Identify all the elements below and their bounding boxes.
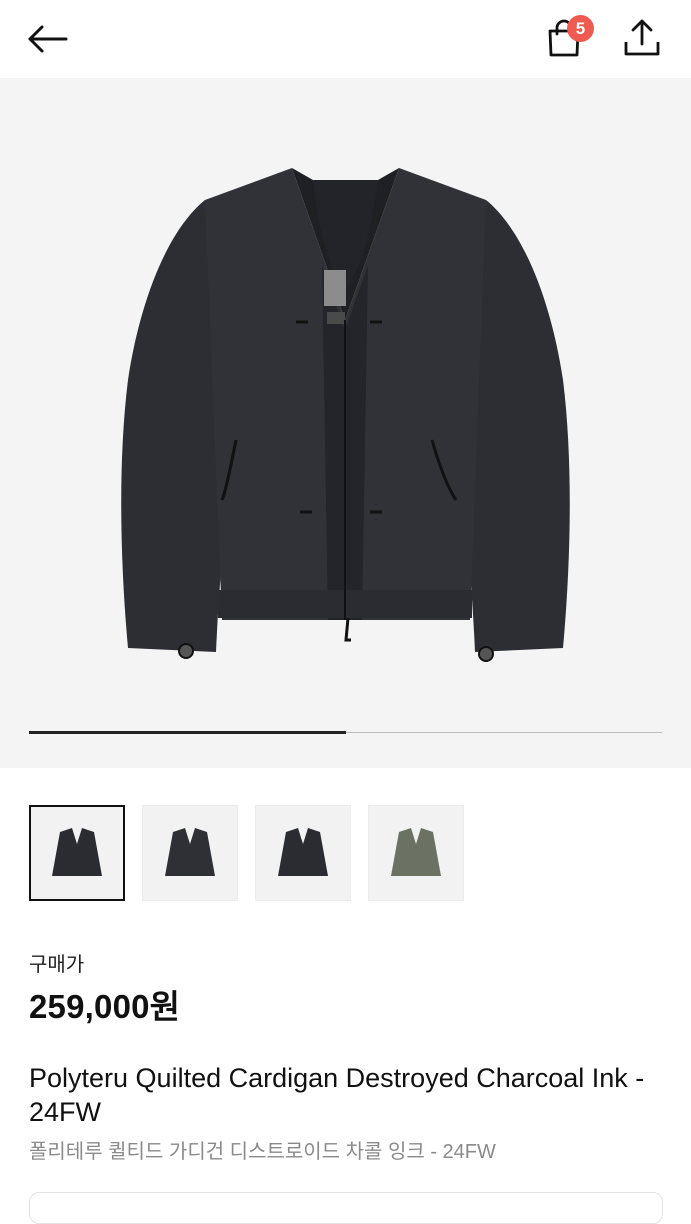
thumbnail-3[interactable] (255, 805, 351, 901)
product-subtitle: 폴리테루 퀼티드 가디건 디스트로이드 차콜 잉크 - 24FW (29, 1141, 496, 1163)
thumbnail-strip (29, 805, 669, 905)
next-section-card (29, 1192, 663, 1224)
thumbnail-jacket-image (165, 828, 215, 876)
share-button[interactable] (616, 12, 668, 64)
thumbnail-4[interactable] (368, 805, 464, 901)
share-upload-icon (624, 19, 660, 56)
product-price: 259,000원 (29, 988, 181, 1025)
back-button[interactable] (22, 14, 72, 64)
top-bar: 5 (0, 0, 691, 78)
gallery-progress-indicator (29, 731, 346, 734)
thumbnail-jacket-image (52, 828, 102, 876)
jacket-image (121, 168, 570, 662)
arrow-left-icon (28, 25, 68, 53)
thumbnail-2[interactable] (142, 805, 238, 901)
thumbnail-jacket-image (278, 828, 328, 876)
product-title: Polyteru Quilted Cardigan Destroyed Char… (29, 1063, 645, 1127)
product-image-carousel[interactable] (0, 78, 691, 768)
price-label: 구매가 (29, 954, 85, 976)
thumbnail-1[interactable] (29, 805, 125, 901)
cart-count-badge: 5 (567, 15, 594, 42)
thumbnail-jacket-image (391, 828, 441, 876)
